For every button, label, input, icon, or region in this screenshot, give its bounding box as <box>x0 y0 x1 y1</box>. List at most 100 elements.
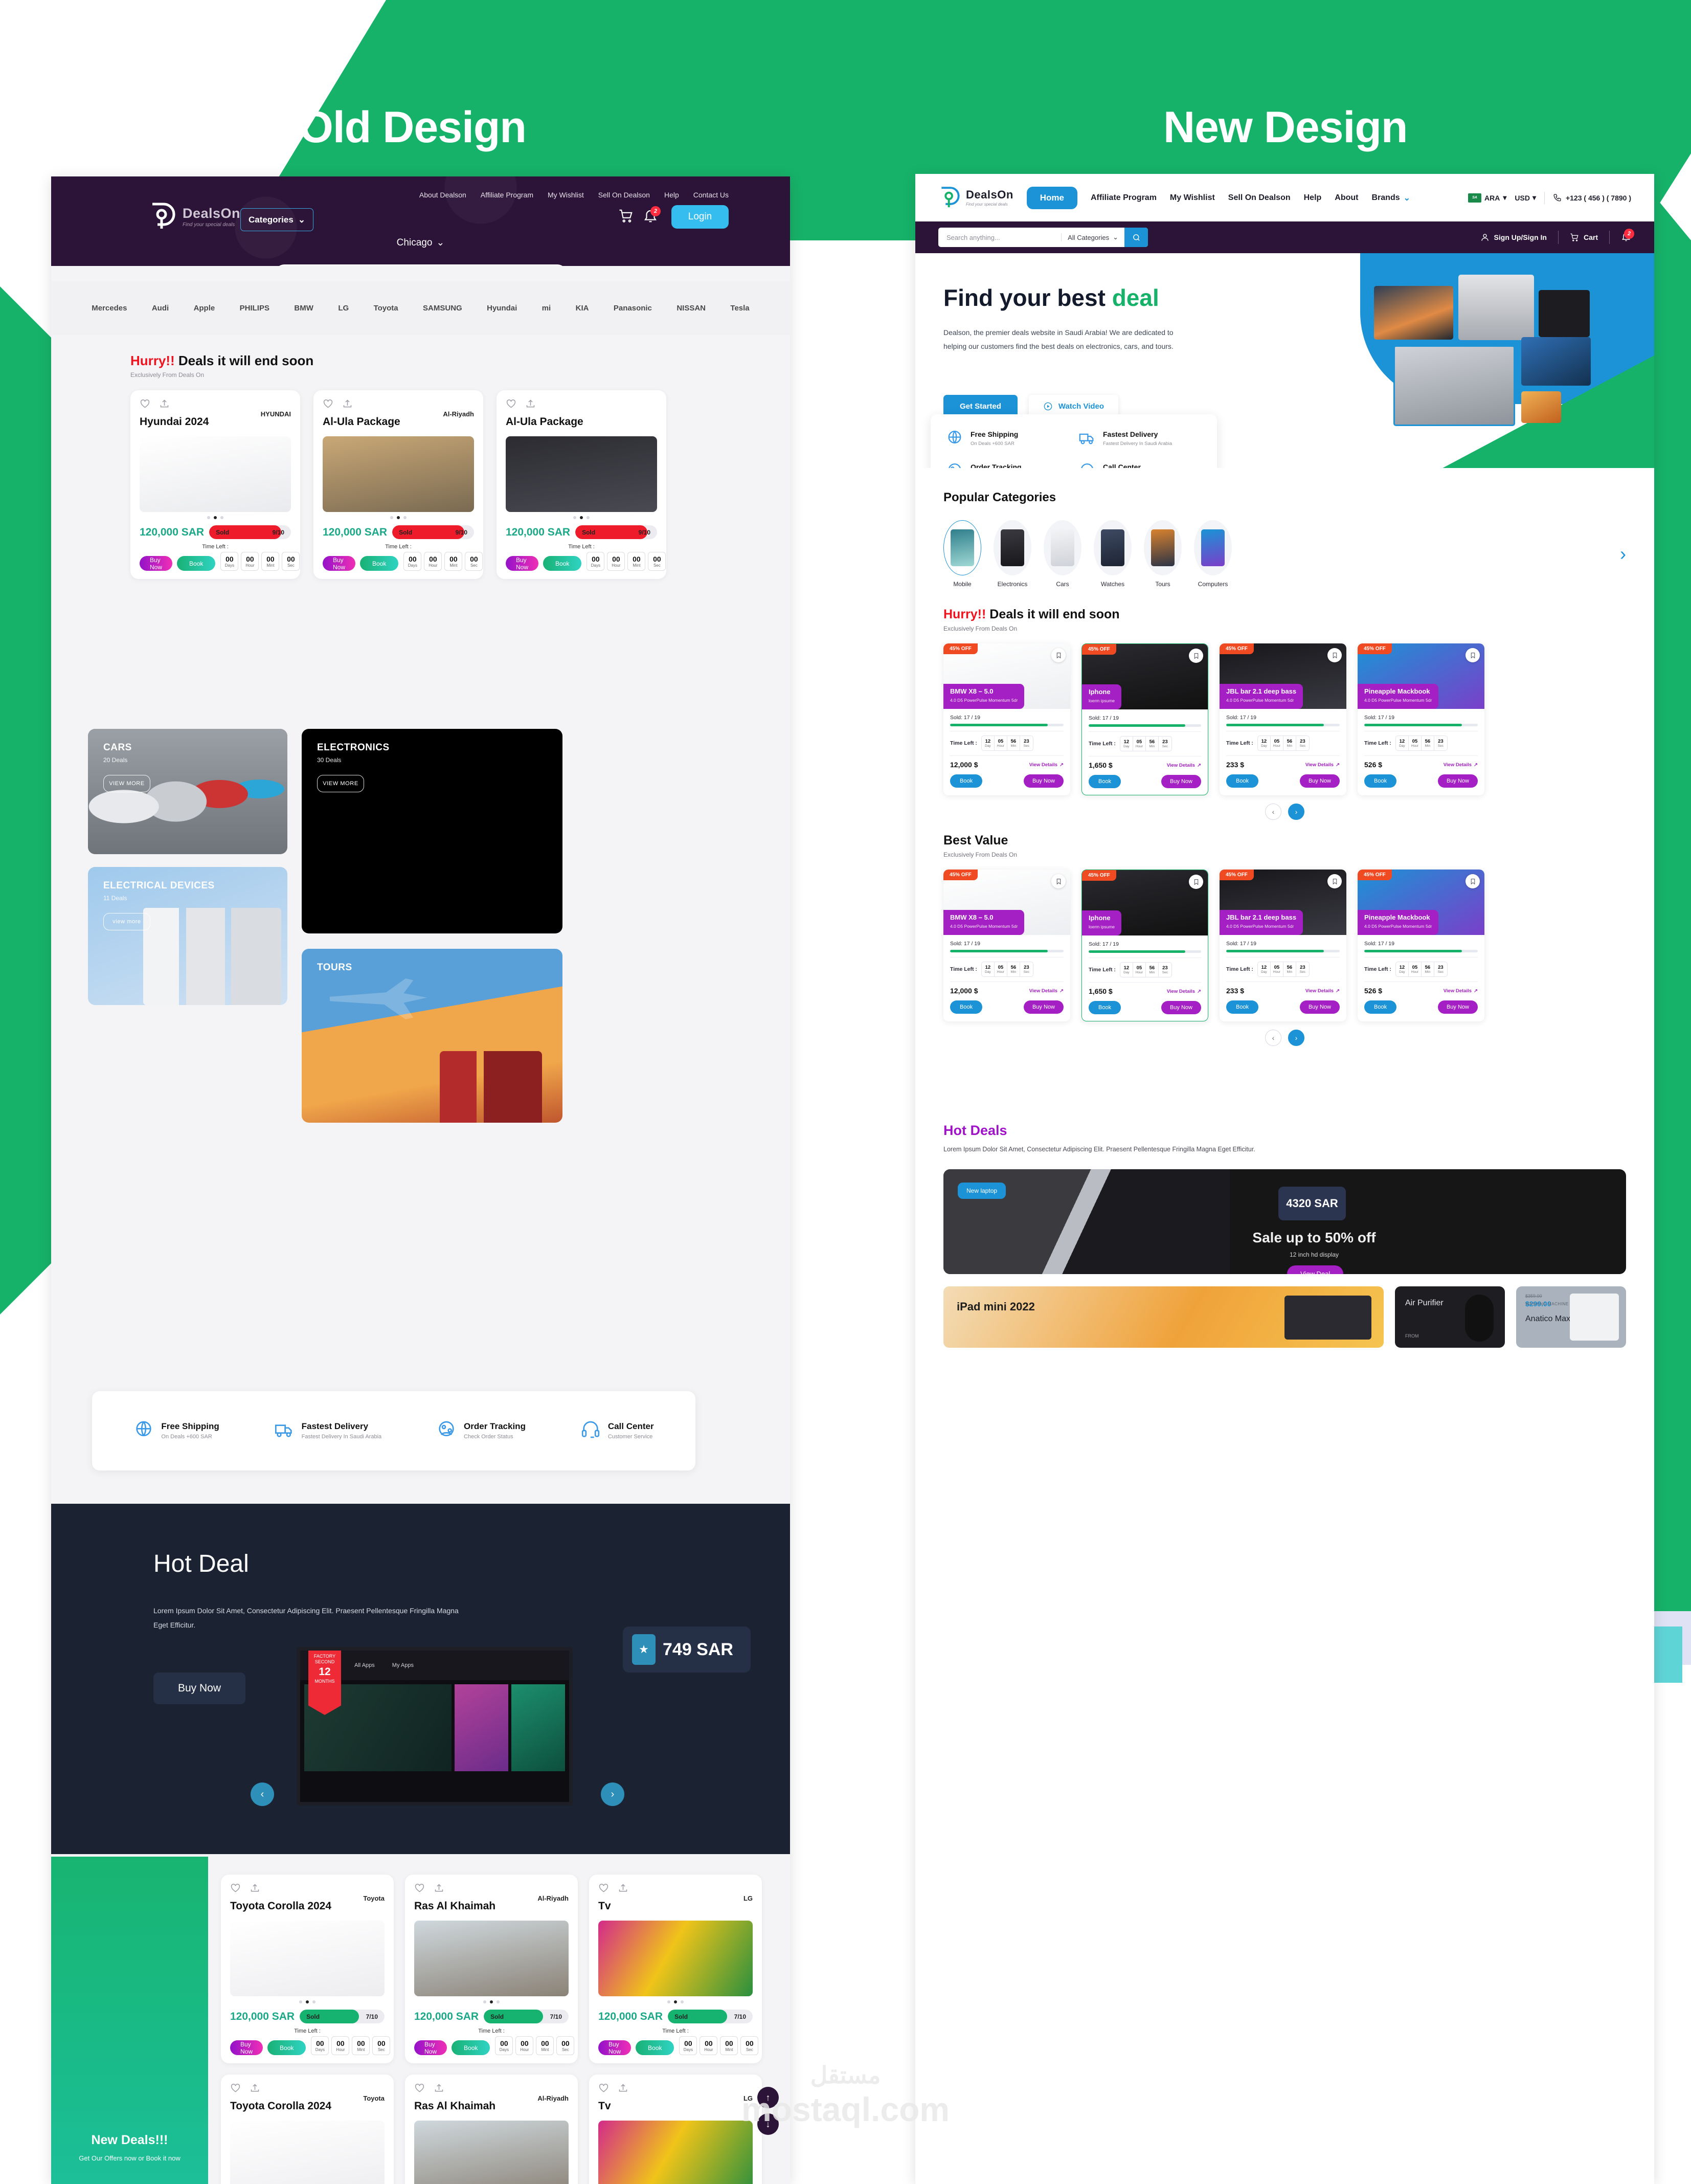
book-button[interactable]: Book <box>360 556 399 571</box>
share-icon[interactable] <box>434 1883 444 1896</box>
search-submit-button[interactable] <box>1124 228 1148 247</box>
old-nav-item-2[interactable]: My Wishlist <box>548 191 584 199</box>
image-dots[interactable] <box>598 2000 753 2003</box>
buy-now-button[interactable]: Buy Now <box>1023 1000 1064 1014</box>
nav-item-home[interactable]: Home <box>1026 186 1077 209</box>
bookmark-icon[interactable] <box>1327 874 1342 888</box>
book-button[interactable]: Book <box>1226 774 1259 788</box>
promo-tile-washing-machine[interactable]: $359.00 $299.00 WASHING MACHINE Anatico … <box>1516 1286 1626 1348</box>
bookmark-icon[interactable] <box>1189 875 1203 889</box>
category-computers[interactable]: Computers <box>1194 520 1232 588</box>
categories-button[interactable]: Categories ⌄ <box>240 208 313 231</box>
new-product-card[interactable]: 45% OFF BMW X8 – 5.0 4.0 D5 PowerPulse Mom… <box>943 643 1070 795</box>
buy-now-button[interactable]: Buy Now <box>1437 1000 1478 1014</box>
image-dots[interactable] <box>230 2000 385 2003</box>
new-product-card[interactable]: 45% OFF JBL bar 2.1 deep bass 4.0 D5 Power… <box>1220 643 1346 795</box>
nav-item-affiliate-program[interactable]: Affiliate Program <box>1091 193 1157 203</box>
old-deal-card[interactable]: Toyota Corolla 2024Toyota120,000 SARSold… <box>221 2075 394 2184</box>
book-button[interactable]: Book <box>950 774 983 788</box>
book-button[interactable]: Book <box>950 1000 983 1014</box>
view-details-link[interactable]: View Details ↗ <box>1029 762 1064 768</box>
new-product-card[interactable]: 45% OFF Pineapple Mackbook 4.0 D5 PowerPul… <box>1358 870 1484 1021</box>
buy-now-button[interactable]: Buy Now <box>506 556 539 571</box>
image-dots[interactable] <box>140 516 291 519</box>
bookmark-icon[interactable] <box>1327 648 1342 662</box>
view-details-link[interactable]: View Details ↗ <box>1167 989 1201 994</box>
nav-item-brands[interactable]: Brands ⌄ <box>1371 193 1410 203</box>
buy-now-button[interactable]: Buy Now <box>1299 1000 1340 1014</box>
share-icon[interactable] <box>159 398 170 412</box>
promo-tile-air-purifier[interactable]: Air Purifier FROM <box>1395 1286 1505 1348</box>
old-deal-card[interactable]: Al-Ula Package Al-Riyadh 120,000 SAR Sold 9/… <box>313 390 483 579</box>
language-selector[interactable]: SA ARA ▾ <box>1468 193 1506 203</box>
buy-now-button[interactable]: Buy Now <box>1161 1001 1201 1014</box>
image-dots[interactable] <box>323 516 474 519</box>
electrical-view-more[interactable]: view more <box>103 913 150 930</box>
old-deal-card[interactable]: TvLG120,000 SARSold7/10Time Left :Buy No… <box>589 2075 762 2184</box>
book-button[interactable]: Book <box>543 556 582 571</box>
buy-now-button[interactable]: Buy Now <box>230 2040 263 2055</box>
card-actions[interactable] <box>230 2083 385 2096</box>
old-deal-card[interactable]: Al-Ula Package 120,000 SAR Sold 9/10 Time Le… <box>497 390 666 579</box>
bookmark-icon[interactable] <box>1051 874 1066 888</box>
heart-icon[interactable] <box>506 398 516 412</box>
share-icon[interactable] <box>618 2083 628 2096</box>
city-selector[interactable]: Chicago ⌄ <box>397 237 445 249</box>
old-deal-card[interactable]: Hyundai 2024 HYUNDAI 120,000 SAR Sold 9/10 Ti… <box>130 390 300 579</box>
book-button[interactable]: Book <box>1089 775 1121 788</box>
heart-icon[interactable] <box>414 1883 425 1896</box>
sign-in-button[interactable]: Sign Up/Sign In <box>1480 233 1547 242</box>
category-card-tours[interactable]: TOURS <box>302 949 562 1123</box>
phone-number[interactable]: +123 ( 456 ) ( 7890 ) <box>1553 193 1631 202</box>
share-icon[interactable] <box>250 2083 260 2096</box>
notification-bell[interactable]: 2 <box>1621 228 1634 243</box>
image-dots[interactable] <box>414 2000 569 2003</box>
heart-icon[interactable] <box>230 1883 241 1896</box>
category-card-electrical[interactable]: ELECTRICAL DEVICES 11 Deals view more <box>88 867 287 1005</box>
category-tours[interactable]: Tours <box>1144 520 1182 588</box>
book-button[interactable]: Book <box>1089 1001 1121 1014</box>
view-deal-button[interactable]: View Deal <box>1287 1265 1344 1274</box>
old-nav-item-5[interactable]: Contact Us <box>693 191 729 199</box>
category-card-cars[interactable]: CARS 20 Deals VIEW MORE <box>88 729 287 854</box>
view-details-link[interactable]: View Details ↗ <box>1167 763 1201 768</box>
category-mobile[interactable]: Mobile <box>943 520 981 588</box>
heart-icon[interactable] <box>598 2083 609 2096</box>
view-details-link[interactable]: View Details ↗ <box>1444 988 1478 994</box>
category-electronics[interactable]: Electronics <box>994 520 1031 588</box>
heart-icon[interactable] <box>140 398 150 412</box>
book-button[interactable]: Book <box>177 556 216 571</box>
hot-deals-banner[interactable]: New laptop 4320 SAR Sale up to 50% off 1… <box>943 1169 1626 1274</box>
buy-now-button[interactable]: Buy Now <box>414 2040 447 2055</box>
old-logo[interactable]: DealsOn Find your special deals <box>148 201 240 233</box>
carousel-next-button[interactable]: › <box>1288 804 1304 820</box>
bookmark-icon[interactable] <box>1465 648 1480 662</box>
promo-tile-ipad[interactable]: iPad mini 2022 <box>943 1286 1384 1348</box>
nav-item-my-wishlist[interactable]: My Wishlist <box>1170 193 1215 203</box>
currency-selector[interactable]: USD ▾ <box>1515 193 1536 202</box>
new-product-card[interactable]: 45% OFF Iphone loerm ipsume Sold: 17 / 19 Ti… <box>1081 870 1208 1021</box>
hot-deal-buy-button[interactable]: Buy Now <box>153 1673 245 1704</box>
categories-next-arrow[interactable]: › <box>1620 543 1626 565</box>
notification-bell[interactable]: 2 <box>643 206 661 226</box>
view-details-link[interactable]: View Details ↗ <box>1305 988 1340 994</box>
old-deal-card[interactable]: Toyota Corolla 2024Toyota120,000 SARSold… <box>221 1875 394 2063</box>
heart-icon[interactable] <box>230 2083 241 2096</box>
bookmark-icon[interactable] <box>1051 648 1066 662</box>
buy-now-button[interactable]: Buy Now <box>140 556 173 571</box>
new-product-card[interactable]: 45% OFF Pineapple Mackbook 4.0 D5 PowerPul… <box>1358 643 1484 795</box>
search-input-group[interactable]: Search anything... All Categories ⌄ <box>938 228 1148 247</box>
nav-item-help[interactable]: Help <box>1304 193 1322 203</box>
heart-icon[interactable] <box>598 1883 609 1896</box>
buy-now-button[interactable]: Buy Now <box>1161 775 1201 788</box>
old-deal-card[interactable]: Ras Al KhaimahAl-Riyadh120,000 SARSold7/… <box>405 1875 578 2063</box>
carousel-next-button[interactable]: › <box>1288 1030 1304 1046</box>
book-button[interactable]: Book <box>267 2040 306 2055</box>
old-deal-card[interactable]: Ras Al KhaimahAl-Riyadh120,000 SARSold7/… <box>405 2075 578 2184</box>
search-input[interactable]: Search anything... <box>938 234 1061 241</box>
book-button[interactable]: Book <box>1226 1000 1259 1014</box>
share-icon[interactable] <box>434 2083 444 2096</box>
carousel-prev-button[interactable]: ‹ <box>1265 1030 1281 1046</box>
old-nav-item-3[interactable]: Sell On Dealson <box>598 191 650 199</box>
hot-deal-next-button[interactable]: › <box>601 1782 624 1806</box>
